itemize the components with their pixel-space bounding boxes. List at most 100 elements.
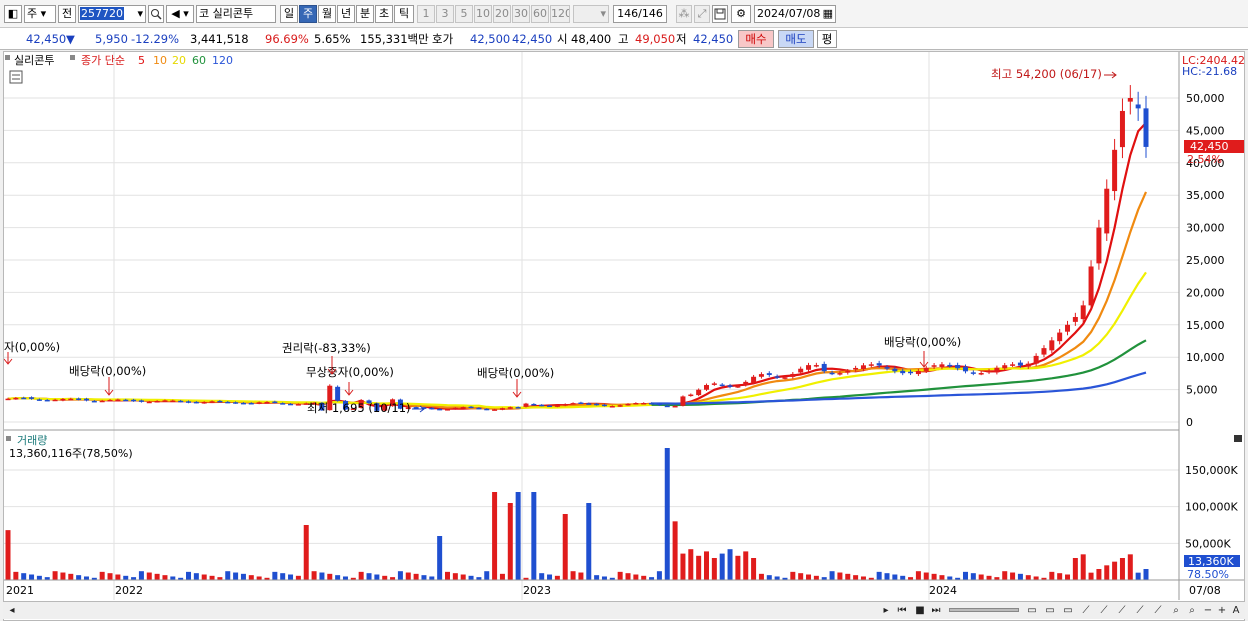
sell-button[interactable]: 매도 <box>778 30 814 48</box>
close-pane-icon[interactable] <box>1234 435 1242 442</box>
tab-day[interactable]: 일 <box>280 5 298 23</box>
percent-tag: 2.54% <box>1187 153 1222 166</box>
candle <box>774 376 780 378</box>
tab-minute[interactable]: 분 <box>356 5 374 23</box>
last-icon[interactable]: ⏭ <box>929 604 943 618</box>
pin-icon[interactable]: ⁂ <box>676 5 692 23</box>
volume-bar <box>1080 554 1086 580</box>
volume-bar <box>413 573 419 580</box>
candle <box>1096 227 1102 264</box>
count-display[interactable]: 146/146 <box>613 5 667 23</box>
first-icon[interactable]: ⏮ <box>895 604 909 618</box>
volume-bar <box>452 573 458 580</box>
candle <box>962 366 968 372</box>
chevron-down-icon[interactable]: ▾ <box>137 6 143 22</box>
trade-amount: 155,331백만 <box>360 32 429 46</box>
volume-bar <box>554 575 560 580</box>
window-menu-icon[interactable]: ◧ <box>4 5 22 23</box>
volume-bar <box>311 571 317 580</box>
candle <box>539 404 545 407</box>
volume-bar <box>1049 571 1055 580</box>
legend-ma-10[interactable]: 10 <box>153 54 167 67</box>
candle <box>727 385 733 387</box>
tab-second[interactable]: 초 <box>375 5 393 23</box>
interval-30[interactable]: 30 <box>512 5 530 23</box>
layout-icon[interactable]: ▭ <box>1025 604 1039 618</box>
plus-icon[interactable]: + <box>1215 604 1229 618</box>
search-icon[interactable] <box>148 5 164 23</box>
draw-line-icon[interactable]: ⟋ <box>1079 604 1093 618</box>
tab-year[interactable]: 년 <box>337 5 355 23</box>
legend-ma-20[interactable]: 20 <box>172 54 186 67</box>
legend-stock-name[interactable]: 실리콘투 <box>14 54 54 67</box>
zoom-slider[interactable] <box>949 608 1019 612</box>
candle <box>295 404 301 406</box>
scroll-right-icon[interactable]: ▸ <box>879 604 893 618</box>
candle <box>209 401 215 403</box>
zoom-in-icon[interactable]: ⌕ <box>1185 604 1199 618</box>
interval-5[interactable]: 5 <box>455 5 473 23</box>
interval-10[interactable]: 10 <box>474 5 492 23</box>
volume-bars <box>5 448 1149 580</box>
volume-bar <box>900 575 906 580</box>
prev-button[interactable]: 전 <box>58 5 76 23</box>
candle <box>813 365 819 367</box>
interval-120[interactable]: 120 <box>550 5 570 23</box>
volume-bar <box>876 571 882 580</box>
volume-bar <box>405 572 411 580</box>
interval-60[interactable]: 60 <box>531 5 549 23</box>
interval-custom-select[interactable]: ▾ <box>573 5 609 23</box>
volume-bar <box>1017 573 1023 580</box>
scroll-left-icon[interactable]: ◂ <box>5 604 19 618</box>
layout2-icon[interactable]: ▭ <box>1043 604 1057 618</box>
volume-tick-label: 50,000K <box>1185 537 1231 550</box>
draw-line4-icon[interactable]: ⟋ <box>1133 604 1147 618</box>
tab-month[interactable]: 월 <box>318 5 336 23</box>
stop-icon[interactable]: ■ <box>913 604 927 618</box>
save-icon[interactable] <box>712 5 728 23</box>
volume-title[interactable]: 거래량 <box>17 434 47 447</box>
candle <box>860 365 866 370</box>
market-label: 코 <box>199 7 210 20</box>
crosshair-icon[interactable]: ⤢ <box>694 5 710 23</box>
legend-ma-5[interactable]: 5 <box>138 54 145 67</box>
draw-line2-icon[interactable]: ⟋ <box>1097 604 1111 618</box>
layout3-icon[interactable]: ▭ <box>1061 604 1075 618</box>
tab-tick[interactable]: 틱 <box>394 5 414 23</box>
volume-bar <box>233 572 239 580</box>
interval-3[interactable]: 3 <box>436 5 454 23</box>
candle <box>868 364 874 366</box>
eval-button[interactable]: 평 <box>817 30 837 48</box>
price-tick-label: 45,000 <box>1186 124 1225 137</box>
calendar-icon[interactable]: ▦ <box>823 6 833 22</box>
chart-canvas[interactable]: 실리콘투 종가 단순 5 10 20 60 120 LC:2404.42 HC:… <box>3 52 1245 620</box>
interval-1[interactable]: 1 <box>417 5 435 23</box>
speaker-icon[interactable]: ◀ ▾ <box>166 5 194 23</box>
tab-week[interactable]: 주 <box>299 5 317 23</box>
minus-icon[interactable]: − <box>1201 604 1215 618</box>
candle <box>947 364 953 367</box>
candle <box>845 371 851 373</box>
table-toggle-icon[interactable] <box>9 70 23 84</box>
zoom-icon[interactable]: ⌕ <box>1169 604 1183 618</box>
stock-name-field[interactable]: 코 실리콘투 <box>196 5 276 23</box>
gear-icon[interactable]: ⚙ <box>731 5 751 23</box>
draw-line5-icon[interactable]: ⟋ <box>1151 604 1165 618</box>
type-select[interactable]: 주 ▾ <box>24 5 56 23</box>
legend-ma-120[interactable]: 120 <box>212 54 233 67</box>
candle <box>1065 324 1071 332</box>
candle <box>633 403 639 405</box>
volume-bar <box>507 503 513 580</box>
candle <box>884 367 890 369</box>
buy-button[interactable]: 매수 <box>738 30 774 48</box>
volume-bar <box>915 571 921 580</box>
date-input[interactable]: 2024/07/08 ▦ <box>754 5 836 23</box>
x-label-2023: 2023 <box>523 584 551 597</box>
legend-ma-60[interactable]: 60 <box>192 54 206 67</box>
text-tool-icon[interactable]: A <box>1229 604 1243 618</box>
stock-code-input[interactable]: 257720 ▾ <box>78 5 146 23</box>
interval-20[interactable]: 20 <box>493 5 511 23</box>
draw-line3-icon[interactable]: ⟋ <box>1115 604 1129 618</box>
legend-ma-label[interactable]: 종가 단순 <box>81 54 125 67</box>
candle <box>52 399 58 402</box>
